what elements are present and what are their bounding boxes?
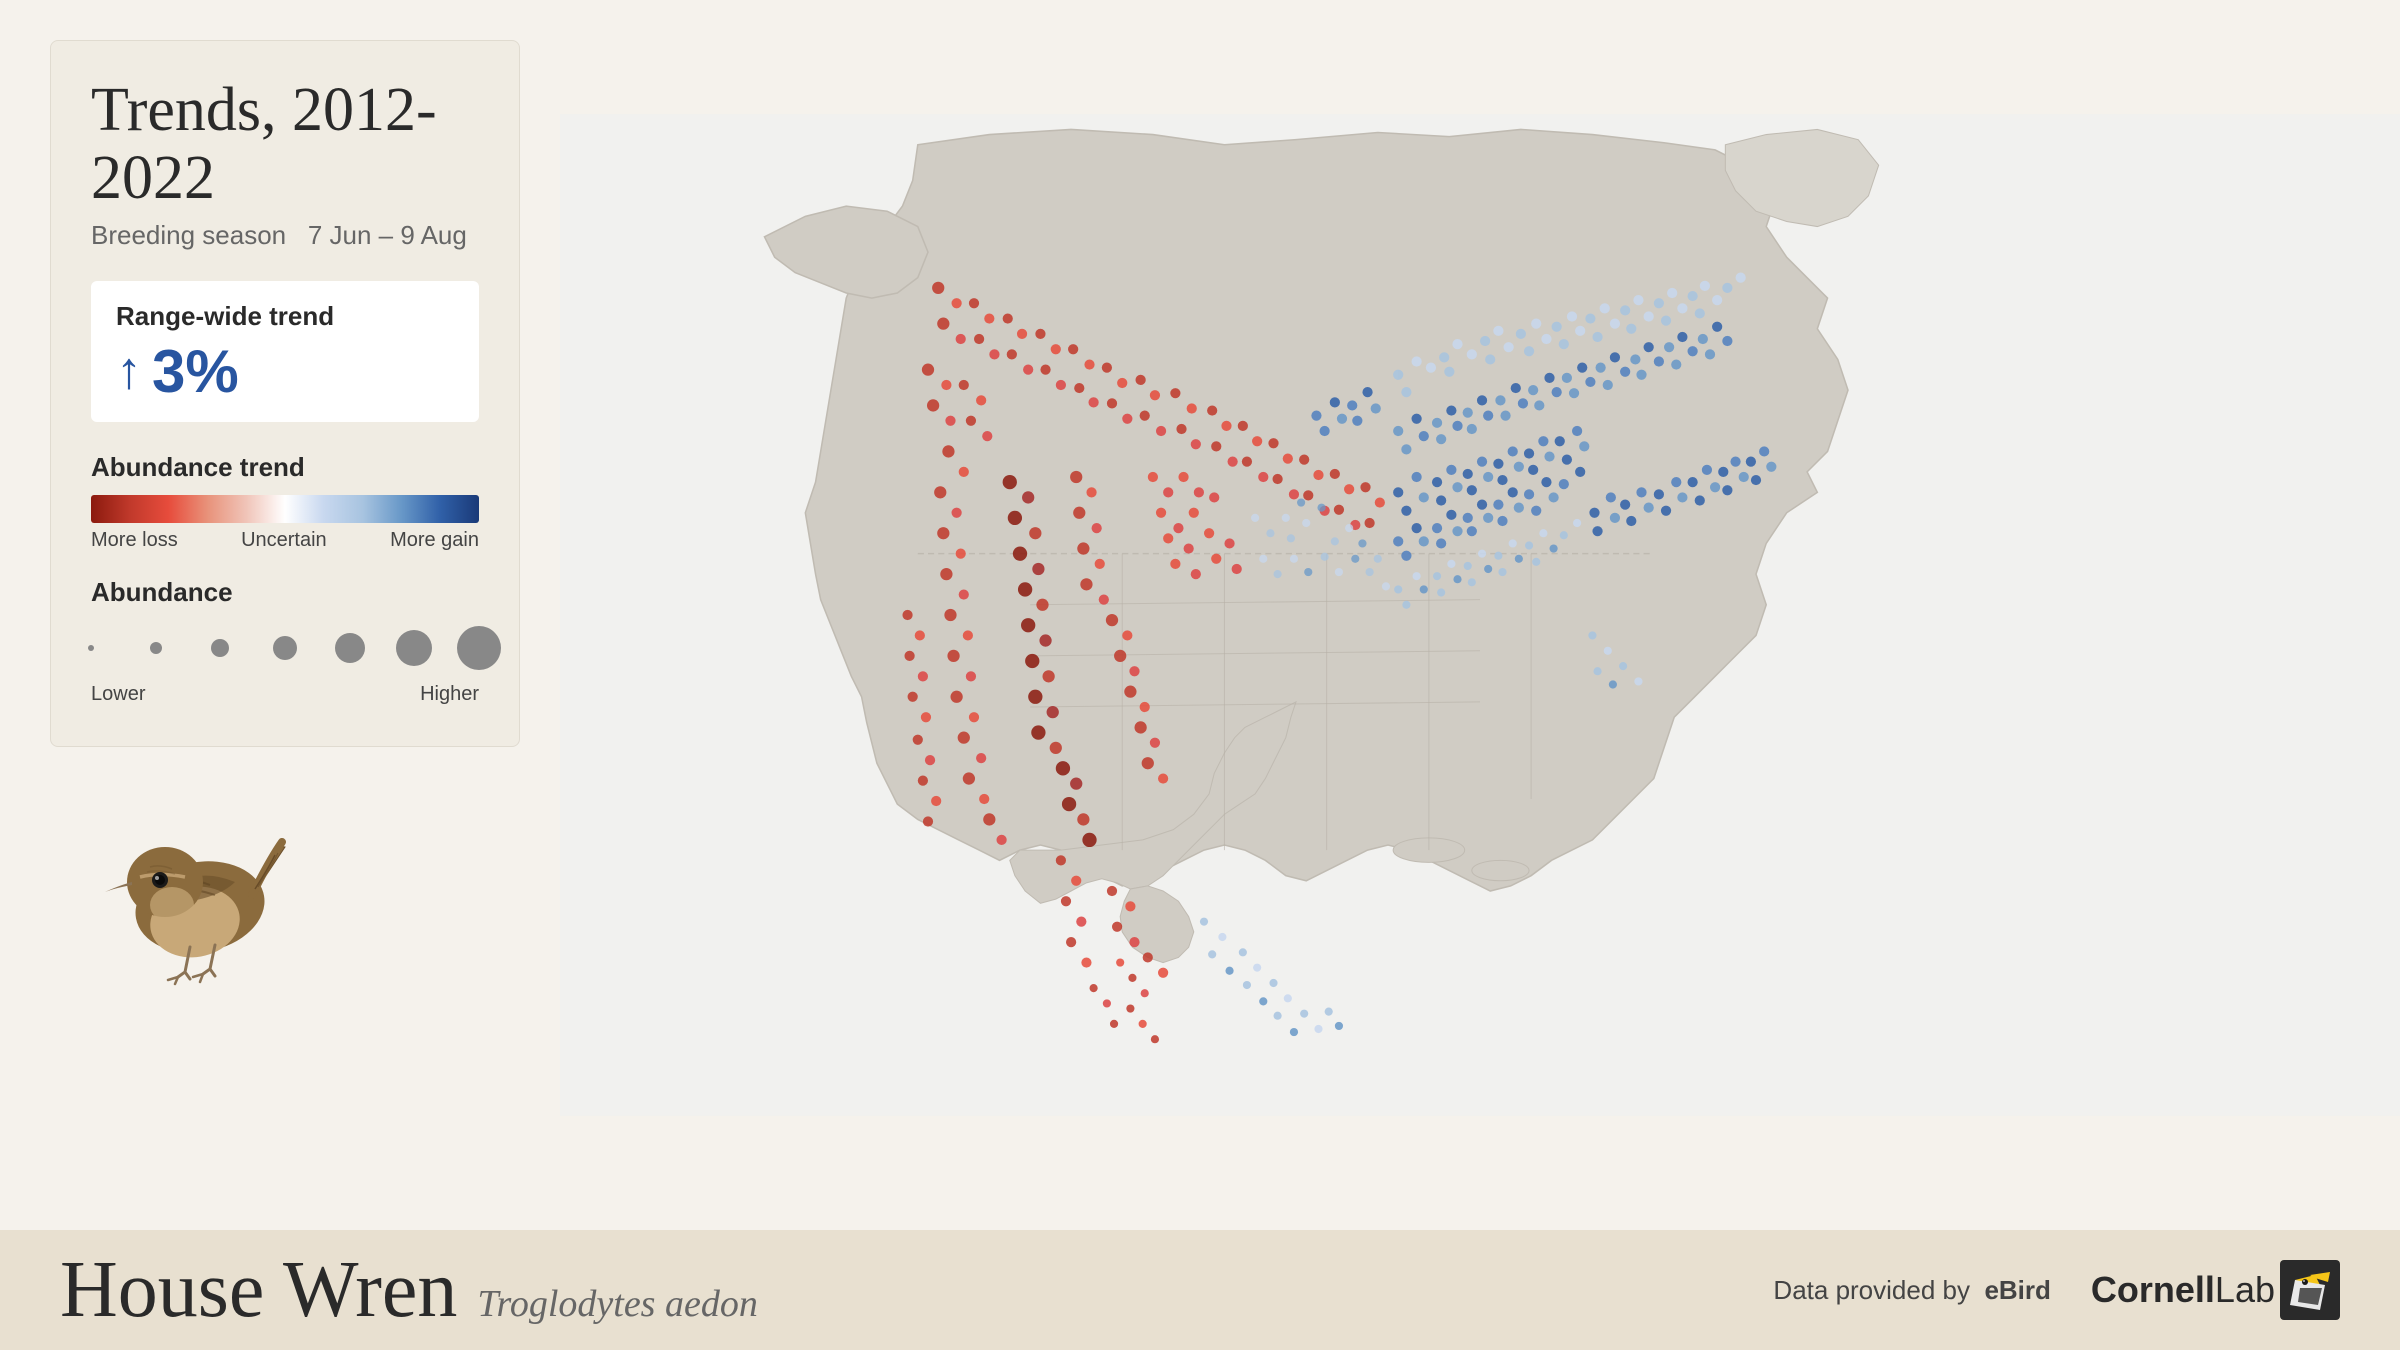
trend-percent: 3% [152, 342, 239, 402]
lower-label: Lower [91, 683, 145, 706]
footer-left: House Wren Troglodytes aedon [60, 1250, 758, 1330]
credit-text: Data provided by [1773, 1275, 1970, 1305]
cornell-lab-text: CornellLab [2091, 1269, 2275, 1311]
content-area: Trends, 2012-2022 Breeding season 7 Jun … [0, 0, 2400, 1230]
cornell-bird-icon [2280, 1260, 2340, 1320]
info-card: Trends, 2012-2022 Breeding season 7 Jun … [50, 40, 520, 747]
abundance-dot [150, 642, 162, 654]
bird-illustration [60, 777, 340, 997]
trend-arrow: ↑ [116, 346, 142, 398]
gradient-bar [91, 495, 479, 523]
common-name: House Wren [60, 1250, 457, 1330]
gradient-label-center: Uncertain [241, 529, 327, 552]
main-container: Trends, 2012-2022 Breeding season 7 Jun … [0, 0, 2400, 1350]
bird-area [50, 777, 520, 1002]
cornell-lab-light: Lab [2215, 1269, 2275, 1310]
trend-value-container: ↑ 3% [116, 342, 454, 402]
card-subtitle: Breeding season 7 Jun – 9 Aug [91, 220, 479, 251]
cornell-lab-logo: CornellLab [2091, 1260, 2340, 1320]
footer-credit: Data provided by eBird [1773, 1275, 2050, 1306]
gradient-label-left: More loss [91, 529, 178, 552]
date-range: 7 Jun – 9 Aug [308, 220, 467, 250]
credit-brand: eBird [1984, 1275, 2050, 1305]
gradient-bar-container: More loss Uncertain More gain [91, 495, 479, 552]
dots-container [91, 620, 479, 675]
map-area [560, 0, 2400, 1230]
cornell-bold-text: Cornell [2091, 1269, 2215, 1310]
scientific-name: Troglodytes aedon [477, 1282, 757, 1326]
range-trend-title: Range-wide trend [116, 301, 454, 332]
abundance-dot [88, 645, 94, 651]
footer-right: Data provided by eBird CornellLab [1773, 1260, 2340, 1320]
abundance-dot [273, 636, 297, 660]
season-label: Breeding season [91, 220, 286, 250]
map-svg [560, 0, 2400, 1230]
trend-box: Range-wide trend ↑ 3% [91, 281, 479, 422]
abundance-dot [335, 633, 365, 663]
abundance-dot [457, 626, 501, 670]
footer: House Wren Troglodytes aedon Data provid… [0, 1230, 2400, 1350]
card-title: Trends, 2012-2022 [91, 76, 479, 212]
abundance-trend-title: Abundance trend [91, 452, 479, 483]
dots-labels: Lower Higher [91, 683, 479, 706]
left-panel: Trends, 2012-2022 Breeding season 7 Jun … [0, 0, 560, 1230]
gradient-labels: More loss Uncertain More gain [91, 529, 479, 552]
higher-label: Higher [420, 683, 479, 706]
abundance-title: Abundance [91, 577, 479, 608]
gradient-label-right: More gain [390, 529, 479, 552]
abundance-dot [211, 639, 229, 657]
abundance-dot [396, 630, 432, 666]
